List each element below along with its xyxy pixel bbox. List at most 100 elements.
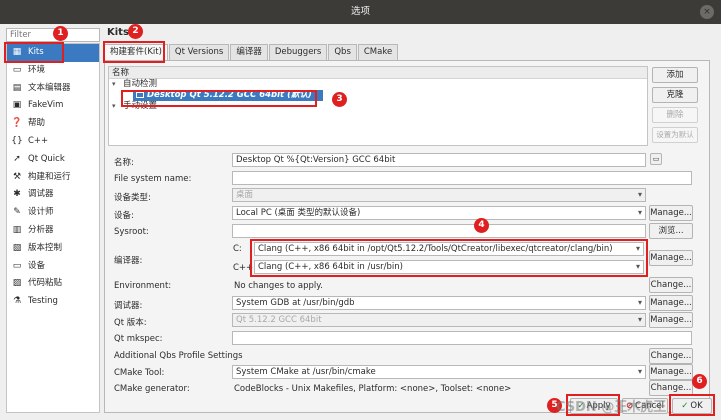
sidebar-item--[interactable]: ▤ 文本编辑器 [7,80,99,98]
sidebar-item-label: 文本编辑器 [28,82,71,93]
debugger-icon: ✱ [13,189,21,200]
sidebar-item-qt-quick[interactable]: ➚ Qt Quick [7,151,99,169]
sidebar-item--[interactable]: ▥ 分析器 [7,222,99,240]
sidebar-item-label: Qt Quick [28,153,65,164]
window-title: 选项 [350,6,370,17]
analyzer-icon: ▥ [12,224,22,235]
remove-kit-button[interactable]: 删除 [652,107,698,123]
sidebar-item--[interactable]: ⚒ 构建和运行 [7,169,99,187]
sidebar-item-label: 代码粘贴 [28,278,63,289]
tree-header-name: 名称 [109,67,647,79]
device-type-select[interactable]: 桌面 [232,188,646,202]
expand-arrow-icon[interactable]: ▾ [112,101,116,112]
qbs-profile-label: Additional Qbs Profile Settings [114,351,243,361]
cmake-generator-value: CodeBlocks - Unix Makefiles, Platform: <… [234,384,512,394]
fakevim-icon: ▣ [12,100,22,111]
tab-qbs[interactable]: Qbs [328,44,357,60]
build-run-icon: ⚒ [12,171,22,182]
name-label: 名称: [114,158,134,168]
marker-3: 3 [332,92,347,107]
sidebar-item-label: 调试器 [28,189,54,200]
cmake-manage-button[interactable]: Manage... [649,364,693,380]
sidebar-item--[interactable]: ▭ 设备 [7,258,99,276]
device-select[interactable]: Local PC (桌面 类型的默认设备) [232,206,646,220]
fs-name-label: File system name: [114,174,192,184]
testing-icon: ⚗ [12,296,22,307]
compiler-label: 编译器: [114,256,143,266]
monitor-icon: ▭ [12,64,22,75]
qtquick-icon: ➚ [13,153,21,164]
add-kit-button[interactable]: 添加 [652,67,698,83]
marker-4: 4 [474,218,489,233]
mkspec-label: Qt mkspec: [114,334,163,344]
sidebar-item-testing[interactable]: ⚗ Testing [7,293,99,311]
clone-kit-button[interactable]: 克隆 [652,87,698,103]
sidebar-item-fakevim[interactable]: ▣ FakeVim [7,97,99,115]
tab-qt-versions[interactable]: Qt Versions [168,44,230,60]
sidebar-item-label: 构建和运行 [28,171,71,182]
designer-icon: ✎ [13,207,21,218]
sidebar-item--[interactable]: ✱ 调试器 [7,186,99,204]
close-icon[interactable]: × [700,5,714,19]
mkspec-field[interactable] [232,331,692,345]
sysroot-label: Sysroot: [114,227,149,237]
options-sidebar: ▦ Kits ▭ 环境 ▤ 文本编辑器 ▣ FakeVim ❓ 帮助{} C++ ➚ Qt Quick ⚒… [6,43,100,413]
device-manage-button[interactable]: Manage... [649,205,693,221]
page-title: Kits [107,27,129,38]
name-field[interactable]: Desktop Qt %{Qt:Version} GCC 64bit [232,153,646,167]
environment-value: No changes to apply. [234,281,323,291]
sidebar-item--[interactable]: ▧ 版本控制 [7,240,99,258]
marker-6: 6 [692,374,707,389]
debugger-label: 调试器: [114,301,143,311]
annotation-box-kits [4,42,64,63]
expand-arrow-icon[interactable]: ▾ [112,79,116,90]
qt-version-manage-button[interactable]: Manage... [649,312,693,328]
title-bar: 选项 × [0,0,721,24]
marker-1: 1 [53,26,68,41]
cpp-icon: {} [11,135,23,146]
version-control-icon: ▧ [12,242,22,253]
tab-debuggers[interactable]: Debuggers [268,44,328,60]
sysroot-field[interactable] [232,224,646,238]
sidebar-item-c++[interactable]: {} C++ [7,133,99,151]
sidebar-item-label: 设备 [28,260,46,271]
devices-icon: ▭ [12,260,22,271]
help-icon: ❓ [11,118,23,129]
sidebar-item-label: 设计师 [28,207,54,218]
sidebar-item-label: 版本控制 [28,242,63,253]
sidebar-item--[interactable]: ✎ 设计师 [7,204,99,222]
sidebar-item--[interactable]: ▭ 环境 [7,62,99,80]
cmake-tool-select[interactable]: System CMake at /usr/bin/cmake [232,365,646,379]
qt-version-select[interactable]: Qt 5.12.2 GCC 64bit [232,313,646,327]
sidebar-item-label: C++ [28,135,49,146]
compiler-manage-button[interactable]: Manage... [649,250,693,266]
tree-group-auto[interactable]: ▾ 自动检测 [109,79,647,90]
fs-name-field[interactable] [232,171,692,185]
debugger-manage-button[interactable]: Manage... [649,295,693,311]
make-default-button[interactable]: 设置为默认 [652,127,698,143]
qbs-change-button[interactable]: Change... [649,348,693,364]
watermark: CSDN @王木虎王 [556,400,667,415]
marker-2: 2 [128,24,143,39]
annotation-box-compilers [250,239,648,277]
tab-compilers[interactable]: 编译器 [230,44,268,60]
device-type-label: 设备类型: [114,193,151,203]
sysroot-browse-button[interactable]: 浏览... [649,223,693,239]
sidebar-item-label: Testing [28,296,58,307]
debugger-select[interactable]: System GDB at /usr/bin/gdb [232,296,646,310]
kit-icon-button[interactable]: ▭ [650,153,662,165]
environment-change-button[interactable]: Change... [649,277,693,293]
annotation-box-kit-item [121,90,317,107]
tab-cmake[interactable]: CMake [357,44,399,60]
cmake-tool-label: CMake Tool: [114,368,165,378]
qt-version-label: Qt 版本: [114,318,147,328]
sidebar-item-label: 环境 [28,64,46,75]
device-label: 设备: [114,211,134,221]
text-editor-icon: ▤ [12,82,22,93]
sidebar-item--[interactable]: ▨ 代码粘贴 [7,275,99,293]
annotation-box-ok [669,394,715,416]
sidebar-item-label: FakeVim [28,100,64,111]
code-paste-icon: ▨ [12,278,22,289]
cmake-generator-label: CMake generator: [114,384,190,394]
sidebar-item--[interactable]: ❓ 帮助 [7,115,99,133]
